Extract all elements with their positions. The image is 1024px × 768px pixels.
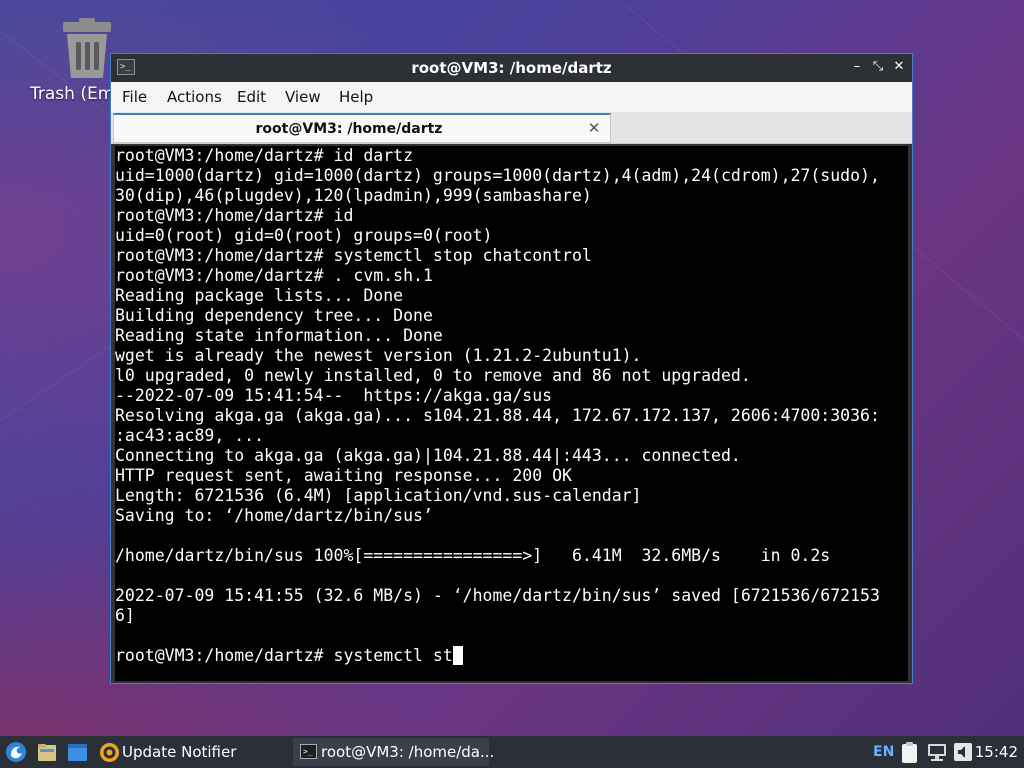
terminal-prompt-text: root@VM3:/home/dartz# systemctl st bbox=[115, 646, 453, 665]
terminal-line: 30(dip),46(plugdev),120(lpadmin),999(sam… bbox=[115, 186, 592, 205]
terminal-line: root@VM3:/home/dartz# id dartz bbox=[115, 146, 414, 165]
terminal-line: :ac43:ac89, ... bbox=[115, 426, 265, 445]
menu-file[interactable]: File bbox=[122, 82, 147, 112]
terminal-line: /home/dartz/bin/sus 100%[===============… bbox=[115, 546, 831, 565]
terminal-line: HTTP request sent, awaiting response... … bbox=[115, 466, 572, 485]
terminal-line: root@VM3:/home/dartz# . cvm.sh.1 bbox=[115, 266, 433, 285]
menu-help[interactable]: Help bbox=[339, 82, 373, 112]
menu-bar: File Actions Edit View Help bbox=[111, 82, 912, 112]
terminal-line: 2022-07-09 15:41:55 (32.6 MB/s) - ‘/home… bbox=[115, 586, 880, 605]
taskbar-terminal-button[interactable]: >_ root@VM3: /home/da... bbox=[293, 738, 494, 766]
trash-label: Trash (Em bbox=[30, 84, 115, 104]
terminal-line: Connecting to akga.ga (akga.ga)|104.21.8… bbox=[115, 446, 741, 465]
terminal-line: uid=1000(dartz) gid=1000(dartz) groups=1… bbox=[115, 166, 880, 185]
terminal-line: 6] bbox=[115, 606, 135, 625]
text-cursor bbox=[452, 646, 463, 665]
menu-view[interactable]: View bbox=[285, 82, 321, 112]
tab-close-icon[interactable]: ✕ bbox=[586, 119, 602, 137]
terminal-line: Reading package lists... Done bbox=[115, 286, 404, 305]
trash-icon bbox=[63, 18, 111, 78]
terminal-line: Saving to: ‘/home/dartz/bin/sus’ bbox=[115, 506, 433, 525]
terminal-line: --2022-07-09 15:41:54-- https://akga.ga/… bbox=[115, 386, 553, 405]
menu-actions[interactable]: Actions bbox=[167, 82, 222, 112]
clock[interactable]: 15:42 bbox=[975, 736, 1018, 768]
terminal-line: uid=0(root) gid=0(root) groups=0(root) bbox=[115, 226, 493, 245]
terminal-line: Reading state information... Done bbox=[115, 326, 443, 345]
start-menu-icon[interactable] bbox=[5, 741, 27, 763]
tab-title: root@VM3: /home/dartz bbox=[255, 121, 443, 137]
minimize-icon[interactable]: – bbox=[848, 58, 866, 76]
file-manager-icon[interactable] bbox=[37, 743, 57, 762]
update-notifier-icon[interactable] bbox=[99, 742, 120, 763]
restore-icon[interactable]: ⤡ bbox=[869, 58, 887, 76]
terminal-line: Resolving akga.ga (akga.ga)... s104.21.8… bbox=[115, 406, 880, 425]
terminal-line: Length: 6721536 (6.4M) [application/vnd.… bbox=[115, 486, 642, 505]
show-desktop-icon[interactable] bbox=[67, 743, 88, 762]
terminal-output[interactable]: root@VM3:/home/dartz# id dartz uid=1000(… bbox=[115, 146, 908, 681]
terminal-line: Building dependency tree... Done bbox=[115, 306, 433, 325]
keyboard-layout-indicator[interactable]: EN bbox=[873, 736, 894, 768]
title-bar[interactable]: >_ root@VM3: /home/dartz – ⤡ ✕ bbox=[111, 54, 912, 82]
terminal-line: wget is already the newest version (1.21… bbox=[115, 346, 642, 365]
close-icon[interactable]: ✕ bbox=[890, 58, 908, 76]
terminal-window: >_ root@VM3: /home/dartz – ⤡ ✕ File Acti… bbox=[110, 53, 913, 684]
tab-terminal[interactable]: root@VM3: /home/dartz ✕ bbox=[113, 113, 611, 143]
terminal-task-icon: >_ bbox=[300, 744, 317, 759]
taskbar: Update Notifier >_ root@VM3: /home/da...… bbox=[0, 736, 1024, 768]
volume-icon[interactable] bbox=[953, 742, 973, 763]
terminal-line: root@VM3:/home/dartz# id bbox=[115, 206, 354, 225]
terminal-line: l0 upgraded, 0 newly installed, 0 to rem… bbox=[115, 366, 751, 385]
window-title: root@VM3: /home/dartz bbox=[411, 59, 612, 77]
menu-edit[interactable]: Edit bbox=[237, 82, 266, 112]
clipboard-icon[interactable] bbox=[900, 741, 919, 764]
terminal-line: root@VM3:/home/dartz# systemctl stop cha… bbox=[115, 246, 592, 265]
network-icon[interactable] bbox=[927, 743, 947, 762]
taskbar-terminal-label: root@VM3: /home/da... bbox=[321, 743, 495, 761]
tab-bar: root@VM3: /home/dartz ✕ bbox=[111, 112, 912, 144]
terminal-prompt-line[interactable]: root@VM3:/home/dartz# systemctl st bbox=[115, 646, 908, 666]
update-notifier-label[interactable]: Update Notifier bbox=[122, 736, 236, 768]
